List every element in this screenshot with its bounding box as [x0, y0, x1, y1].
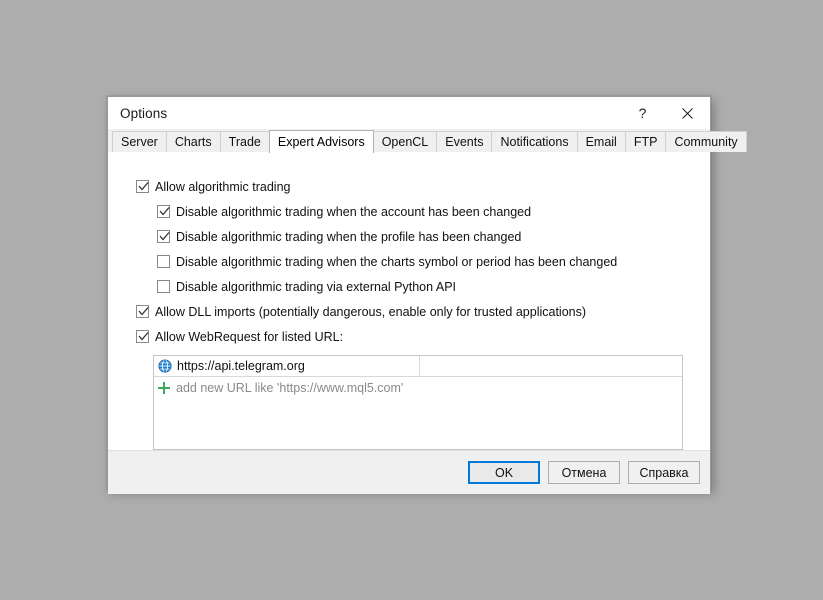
option-disable-on-account-change[interactable]: Disable algorithmic trading when the acc… [157, 205, 710, 220]
option-label-allow-dll-imports: Allow DLL imports (potentially dangerous… [155, 305, 587, 319]
option-label-allow-webrequest: Allow WebRequest for listed URL: [155, 330, 344, 344]
option-label-disable-python-api: Disable algorithmic trading via external… [176, 280, 457, 294]
question-mark-icon: ? [638, 105, 647, 121]
cancel-button[interactable]: Отмена [548, 461, 620, 484]
tab-notifications[interactable]: Notifications [491, 131, 578, 152]
add-url-row[interactable]: add new URL like 'https://www.mql5.com' [154, 377, 682, 398]
url-extra-cell[interactable] [420, 356, 682, 376]
tab-community[interactable]: Community [665, 131, 747, 152]
tab-strip: Server Charts Trade Expert Advisors Open… [108, 129, 747, 153]
webrequest-url-list[interactable]: https://api.telegram.org add new URL lik… [153, 355, 683, 450]
tab-events[interactable]: Events [436, 131, 493, 152]
option-label-disable-on-profile-change: Disable algorithmic trading when the pro… [176, 230, 522, 244]
url-cell[interactable]: https://api.telegram.org [154, 356, 420, 376]
close-icon [682, 107, 693, 119]
url-text: https://api.telegram.org [177, 359, 305, 373]
tab-opencl[interactable]: OpenCL [372, 131, 438, 152]
close-button[interactable] [665, 97, 710, 129]
option-allow-algorithmic-trading[interactable]: Allow algorithmic trading [136, 180, 710, 195]
tab-trade[interactable]: Trade [219, 131, 270, 152]
option-allow-webrequest[interactable]: Allow WebRequest for listed URL: [136, 330, 710, 345]
title-bar-buttons: ? [620, 97, 710, 129]
checkbox-allow-webrequest[interactable] [136, 330, 149, 343]
tab-server[interactable]: Server [112, 131, 167, 152]
options-list: Allow algorithmic trading Disable algori… [108, 152, 710, 450]
globe-icon [158, 359, 172, 373]
tab-email[interactable]: Email [576, 131, 626, 152]
checkbox-disable-on-profile-change[interactable] [157, 230, 170, 243]
checkbox-allow-algorithmic-trading[interactable] [136, 180, 149, 193]
help-button[interactable]: ? [620, 97, 665, 129]
option-label-allow-algorithmic-trading: Allow algorithmic trading [155, 180, 291, 194]
option-allow-dll-imports[interactable]: Allow DLL imports (potentially dangerous… [136, 305, 710, 320]
url-list-item[interactable]: https://api.telegram.org [154, 356, 682, 377]
dialog-title: Options [120, 105, 168, 121]
tab-expert-advisors[interactable]: Expert Advisors [268, 130, 374, 153]
help-footer-button[interactable]: Справка [628, 461, 700, 484]
checkmark-icon [138, 307, 149, 316]
checkmark-icon [159, 232, 170, 241]
option-disable-on-chart-change[interactable]: Disable algorithmic trading when the cha… [157, 255, 710, 270]
option-disable-on-profile-change[interactable]: Disable algorithmic trading when the pro… [157, 230, 710, 245]
checkbox-disable-on-chart-change[interactable] [157, 255, 170, 268]
ok-button[interactable]: OK [468, 461, 540, 484]
checkmark-icon [138, 332, 149, 341]
checkbox-allow-dll-imports[interactable] [136, 305, 149, 318]
add-url-label: add new URL like 'https://www.mql5.com' [176, 380, 404, 395]
options-dialog: Options ? Server Charts Trade Expert Adv… [107, 96, 747, 494]
checkbox-disable-python-api[interactable] [157, 280, 170, 293]
plus-icon [158, 381, 170, 394]
tab-content-expert-advisors: Allow algorithmic trading Disable algori… [108, 151, 710, 450]
option-label-disable-on-account-change: Disable algorithmic trading when the acc… [176, 205, 532, 219]
tab-ftp[interactable]: FTP [624, 131, 667, 152]
checkmark-icon [138, 182, 149, 191]
checkmark-icon [159, 207, 170, 216]
checkbox-disable-on-account-change[interactable] [157, 205, 170, 218]
dialog-footer: OK Отмена Справка [108, 450, 710, 494]
option-disable-python-api[interactable]: Disable algorithmic trading via external… [157, 280, 710, 295]
option-label-disable-on-chart-change: Disable algorithmic trading when the cha… [176, 255, 618, 269]
title-bar: Options ? [108, 97, 710, 129]
tab-charts[interactable]: Charts [165, 131, 221, 152]
